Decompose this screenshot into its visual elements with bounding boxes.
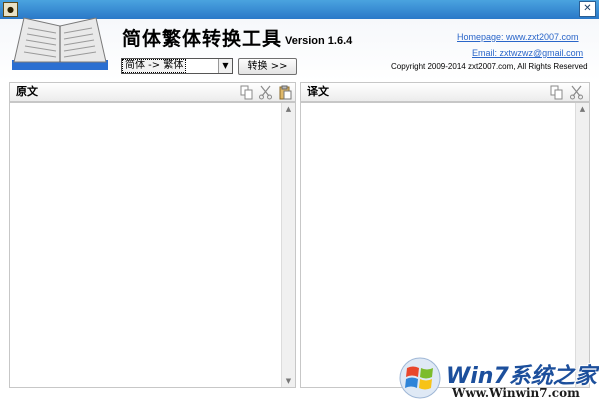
book-logo-icon: [12, 17, 108, 70]
source-text-area[interactable]: ▲ ▼: [9, 102, 296, 388]
copyright-text: Copyright 2009-2014 zxt2007.com, All Rig…: [391, 62, 588, 71]
scroll-down-icon[interactable]: ▼: [282, 375, 295, 387]
target-panel-header: 译文: [300, 82, 590, 102]
cut-icon[interactable]: [258, 85, 273, 100]
scroll-up-icon[interactable]: ▲: [576, 103, 589, 115]
target-panel-title: 译文: [307, 85, 329, 98]
chevron-down-icon[interactable]: ▼: [218, 59, 232, 73]
target-scrollbar[interactable]: ▲ ▼: [575, 103, 589, 387]
app-title: 简体繁体转换工具: [122, 28, 283, 50]
conversion-mode-value: 简体 -> 繁体: [121, 59, 187, 73]
source-scrollbar[interactable]: ▲ ▼: [281, 103, 295, 387]
close-button[interactable]: ✕: [579, 1, 596, 17]
source-panel-header: 原文: [9, 82, 296, 102]
copy-icon[interactable]: [239, 85, 254, 100]
target-text-area[interactable]: ▲ ▼: [300, 102, 590, 388]
source-panel-title: 原文: [16, 85, 38, 98]
conversion-mode-select[interactable]: 简体 -> 繁体 ▼: [121, 58, 233, 74]
cut-icon[interactable]: [569, 85, 584, 100]
copy-icon[interactable]: [549, 85, 564, 100]
email-link[interactable]: Email: zxtwzwz@gmail.com: [472, 48, 583, 58]
watermark-url: Www.Winwin7.com: [452, 386, 580, 400]
convert-button[interactable]: 转换 >>: [238, 58, 297, 75]
version-label: Version 1.6.4: [285, 35, 353, 47]
scroll-up-icon[interactable]: ▲: [282, 103, 295, 115]
windows-logo-icon: [399, 357, 441, 399]
homepage-link[interactable]: Homepage: www.zxt2007.com: [457, 32, 579, 42]
paste-icon[interactable]: [278, 85, 293, 100]
